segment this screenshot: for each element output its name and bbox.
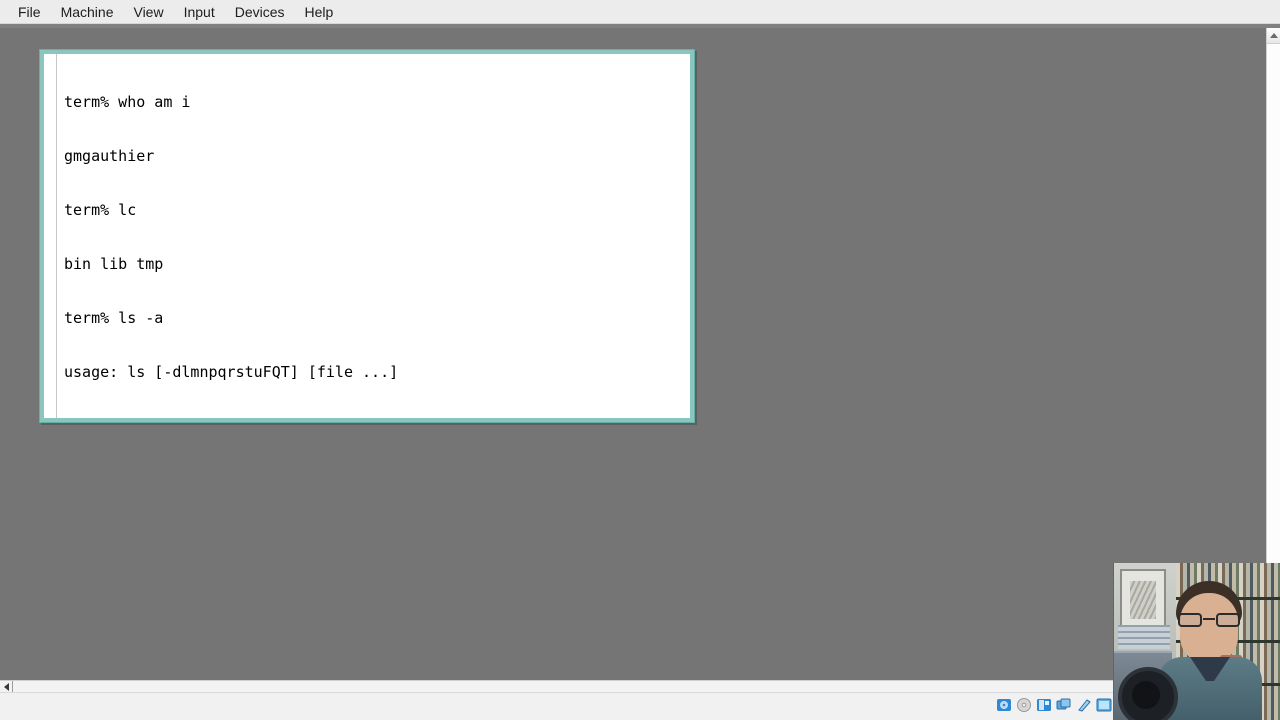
microphone xyxy=(1118,667,1178,720)
terminal-output: term% who am i gmgauthier term% lc bin l… xyxy=(64,57,688,418)
terminal-line: term% cd bin xyxy=(64,417,688,418)
menubar: File Machine View Input Devices Help xyxy=(0,0,1280,24)
face xyxy=(1180,593,1242,663)
menu-devices[interactable]: Devices xyxy=(225,2,295,22)
collar xyxy=(1190,657,1230,681)
arrow-up-icon xyxy=(1269,33,1278,38)
menu-file[interactable]: File xyxy=(8,2,51,22)
status-icon-group xyxy=(996,697,1112,713)
terminal-line: term% who am i xyxy=(64,93,191,111)
scroll-up-button[interactable] xyxy=(1267,28,1280,44)
floppy-disk-icon[interactable] xyxy=(1036,697,1052,713)
display-icon[interactable] xyxy=(1096,697,1112,713)
glasses-left-lens xyxy=(1178,613,1202,627)
rio-terminal-window[interactable]: term% who am i gmgauthier term% lc bin l… xyxy=(39,49,695,423)
terminal-body[interactable]: term% who am i gmgauthier term% lc bin l… xyxy=(44,54,690,418)
guest-screen: term% who am i gmgauthier term% lc bin l… xyxy=(0,28,1280,692)
terminal-scrollbar[interactable] xyxy=(44,54,57,418)
vertical-scroll-thumb[interactable] xyxy=(1267,44,1280,615)
terminal-line: bin lib tmp xyxy=(64,255,164,273)
terminal-line: gmgauthier xyxy=(64,147,155,165)
hard-disk-icon[interactable] xyxy=(996,697,1012,713)
terminal-line: term% ls -a xyxy=(64,309,164,327)
terminal-line: usage: ls [-dlmnpqrstuFQT] [file ...] xyxy=(64,363,399,381)
glasses-bridge xyxy=(1203,618,1215,620)
menu-input[interactable]: Input xyxy=(174,2,225,22)
usb-icon[interactable] xyxy=(1076,697,1092,713)
terminal-line: term% lc xyxy=(64,201,137,219)
microphone-grille xyxy=(1132,681,1160,709)
horizontal-scroll-thumb[interactable] xyxy=(12,681,13,692)
optical-disk-icon[interactable] xyxy=(1016,697,1032,713)
screen: File Machine View Input Devices Help ter… xyxy=(0,0,1280,720)
shared-folders-icon[interactable] xyxy=(1056,697,1072,713)
menu-machine[interactable]: Machine xyxy=(51,2,124,22)
menu-help[interactable]: Help xyxy=(295,2,344,22)
terminal-scrollbar-thumb[interactable] xyxy=(44,54,56,418)
scroll-left-button[interactable] xyxy=(0,681,12,692)
menu-view[interactable]: View xyxy=(123,2,173,22)
webcam-overlay xyxy=(1113,563,1280,720)
arrow-left-icon xyxy=(3,682,9,691)
framed-artwork xyxy=(1130,581,1156,619)
statusbar xyxy=(0,692,1280,720)
glasses-right-lens xyxy=(1216,613,1240,627)
guest-horizontal-scrollbar[interactable] xyxy=(0,680,1266,692)
glasses-icon xyxy=(1178,613,1240,627)
